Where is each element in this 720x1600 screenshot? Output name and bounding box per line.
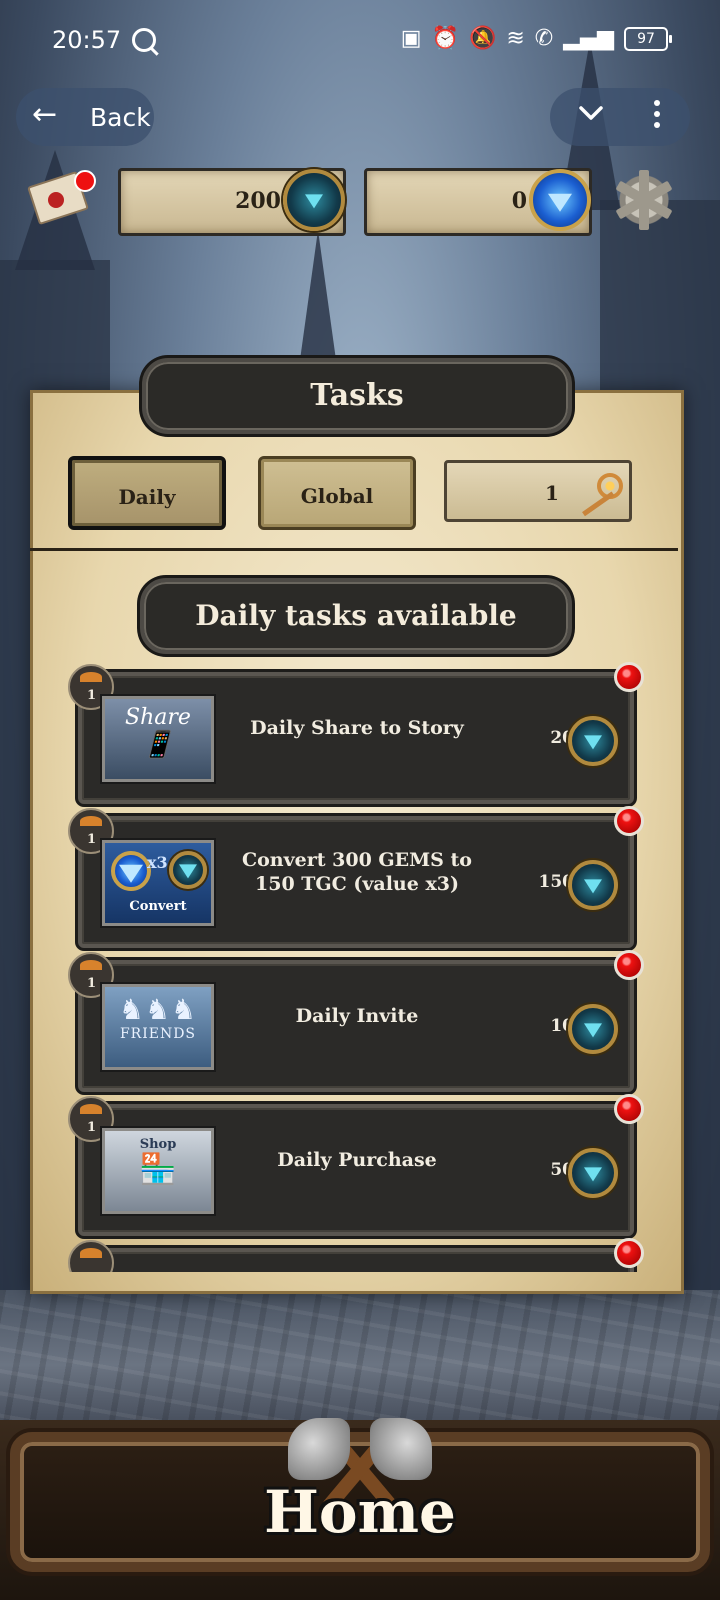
tgc-amount: 200: [235, 188, 281, 214]
tgc-coin-icon: [568, 1004, 618, 1054]
status-time: 20:57: [52, 26, 122, 54]
mute-icon: 🔕: [468, 26, 497, 51]
back-label: Back: [90, 103, 151, 132]
key-icon: [571, 471, 627, 517]
notification-dot: [74, 170, 96, 192]
task-thumbnail-share: Share 📱: [102, 696, 214, 782]
keys-counter: 1: [444, 460, 632, 522]
task-list[interactable]: 1 Share 📱 Daily Share to Story 20 1 x3 Co…: [30, 560, 678, 1272]
phone-icon: 📱: [141, 730, 175, 760]
gem-icon: [111, 851, 151, 891]
task-item-daily-invite[interactable]: 1 ♞♞♞ FRIENDS Daily Invite 10: [68, 950, 644, 1092]
tgc-coin-icon: [568, 860, 618, 910]
key-icon: [80, 960, 102, 970]
home-label[interactable]: Home: [0, 1478, 720, 1546]
key-icon: [80, 1248, 102, 1258]
tab-daily[interactable]: Daily: [68, 456, 226, 530]
panel-divider: [30, 548, 678, 551]
key-icon: [80, 816, 102, 826]
tgc-coin-icon: [568, 1148, 618, 1198]
task-name: Daily Share to Story: [250, 717, 464, 739]
battery-icon: 97: [624, 26, 672, 51]
arrow-left-icon: ←: [32, 97, 58, 132]
task-name: Convert 300 GEMS to 150 TGC (value x3): [242, 849, 472, 895]
notification-dot: [614, 1238, 644, 1268]
nfc-icon: ▣: [400, 26, 422, 51]
key-icon: [80, 1104, 102, 1114]
thumbnail-text: FRIENDS: [119, 1026, 197, 1042]
wifi-call-icon: ✆: [534, 26, 554, 51]
tasks-title-banner: Tasks: [142, 358, 572, 434]
notification-dot: [614, 806, 644, 836]
battery-level: 97: [637, 30, 655, 47]
alarm-icon: ⏰: [431, 26, 459, 51]
task-name: Daily Invite: [295, 1005, 419, 1027]
task-thumbnail-friends: ♞♞♞ FRIENDS: [102, 984, 214, 1070]
thumbnail-text: Convert: [129, 899, 187, 914]
task-thumbnail-shop: Shop 🏪: [102, 1128, 214, 1214]
chevron-down-icon[interactable]: [576, 98, 606, 128]
wax-seal-icon: [48, 192, 64, 208]
notification-dot: [614, 662, 644, 692]
task-item-convert-gems[interactable]: 1 x3 Convert Convert 300 GEMS to 150 TGC…: [68, 806, 644, 948]
tgc-coin-icon: [283, 169, 345, 231]
status-icons: ▣ ⏰ 🔕 ≋ ✆ ▂▄▆ 97: [400, 26, 672, 51]
tgc-coin-icon: [169, 851, 207, 889]
task-item-partial[interactable]: [68, 1238, 644, 1272]
task-thumbnail-convert: x3 Convert: [102, 840, 214, 926]
convert-graphic: x3: [105, 843, 211, 899]
task-item-daily-purchase[interactable]: 1 Shop 🏪 Daily Purchase 50: [68, 1094, 644, 1236]
notification-dot: [614, 950, 644, 980]
page-title: Tasks: [310, 378, 404, 413]
task-item-share-to-story[interactable]: 1 Share 📱 Daily Share to Story 20: [68, 662, 644, 804]
level-badge: [68, 1240, 114, 1272]
tab-global[interactable]: Global: [258, 456, 416, 530]
shop-icon: 🏪: [139, 1152, 177, 1187]
task-name: Daily Purchase: [277, 1149, 437, 1171]
gems-amount: 0: [511, 188, 527, 214]
signal-icon: ▂▄▆: [563, 26, 614, 51]
mail-button[interactable]: [27, 170, 96, 226]
settings-gear-icon[interactable]: [614, 170, 674, 230]
spire-center: [300, 230, 336, 360]
tgc-balance: 200: [118, 168, 346, 236]
notification-dot: [614, 1094, 644, 1124]
status-bar: 20:57 ▣ ⏰ 🔕 ≋ ✆ ▂▄▆ 97: [0, 18, 720, 66]
back-button[interactable]: ← Back: [16, 88, 154, 146]
thumbnail-text: Shop: [139, 1137, 177, 1152]
wifi-icon: ≋: [506, 26, 525, 51]
gem-icon: [529, 169, 591, 231]
gems-balance: 0: [364, 168, 592, 236]
keys-count: 1: [545, 481, 559, 505]
key-icon: [80, 672, 102, 682]
tab-global-label: Global: [300, 484, 374, 508]
window-controls: [550, 88, 690, 146]
tab-daily-label: Daily: [118, 485, 176, 509]
search-icon: [132, 28, 156, 52]
tgc-coin-icon: [568, 716, 618, 766]
more-vertical-icon[interactable]: [654, 100, 660, 133]
thumbnail-text: Share: [125, 705, 191, 730]
multiplier-badge: x3: [147, 853, 168, 872]
group-icon: ♞♞♞: [118, 993, 198, 1026]
